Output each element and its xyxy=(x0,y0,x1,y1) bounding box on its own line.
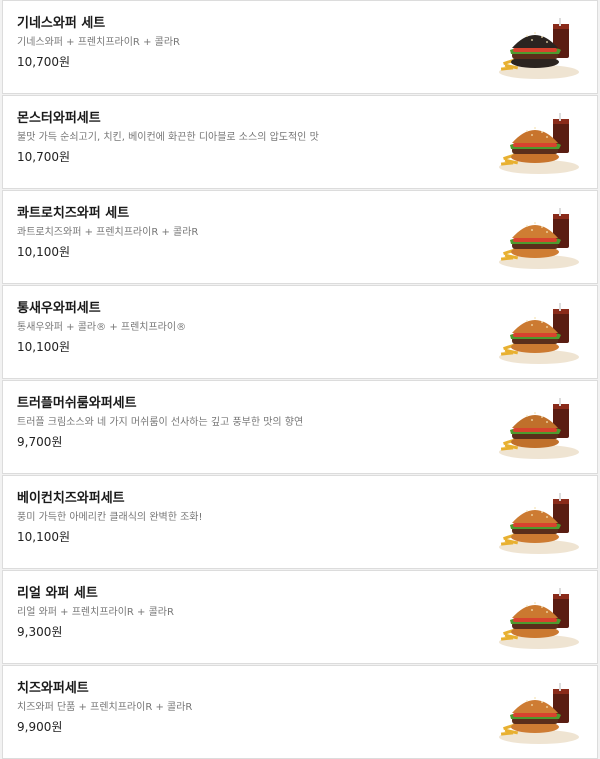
menu-item-name[interactable]: 치즈와퍼세트 xyxy=(17,680,487,698)
burger-set-image xyxy=(499,113,579,174)
menu-item-name[interactable]: 기네스와퍼 세트 xyxy=(17,15,487,33)
menu-item-description: 불맛 가득 순쇠고기, 치킨, 베이컨에 화끈한 디아블로 소스의 압도적인 맛 xyxy=(17,132,319,143)
menu-item-bacon-cheese-whopper-set[interactable]: 베이컨치즈와퍼세트풍미 가득한 아메리칸 클래식의 완벽한 조화! 10,100원 xyxy=(2,475,598,569)
menu-item-name[interactable]: 트러플머쉬룸와퍼세트 xyxy=(17,395,487,413)
menu-item-description: 트러플 크림소스와 네 가지 머쉬룸이 선사하는 깊고 풍부한 맛의 향연 xyxy=(17,417,304,428)
menu-item-cheese-whopper-set[interactable]: 치즈와퍼세트치즈와퍼 단품 + 프렌치프라이R + 콜라R 9,900원 xyxy=(2,665,598,759)
menu-item-quattro-cheese-whopper-set[interactable]: 콰트로치즈와퍼 세트콰트로치즈와퍼 + 프렌치프라이R + 콜라R 10,100원 xyxy=(2,190,598,284)
menu-item-description: 치즈와퍼 단품 + 프렌치프라이R + 콜라R xyxy=(17,702,193,713)
burger-set-image xyxy=(499,303,579,364)
menu-item-info: 베이컨치즈와퍼세트풍미 가득한 아메리칸 클래식의 완벽한 조화! 10,100원 xyxy=(17,490,487,546)
menu-item-price: 10,100원 xyxy=(17,245,71,259)
menu-item-info: 통새우와퍼세트통새우와퍼 + 콜라® + 프렌치프라이® 10,100원 xyxy=(17,300,487,356)
menu-item-description: 리얼 와퍼 + 프렌치프라이R + 콜라R xyxy=(17,607,174,618)
menu-item-price: 10,700원 xyxy=(17,150,71,164)
menu-item-image[interactable] xyxy=(495,12,583,82)
menu-item-description: 콰트로치즈와퍼 + 프렌치프라이R + 콜라R xyxy=(17,227,199,238)
menu-item-image[interactable] xyxy=(495,297,583,367)
menu-item-name[interactable]: 콰트로치즈와퍼 세트 xyxy=(17,205,487,223)
menu-item-name[interactable]: 베이컨치즈와퍼세트 xyxy=(17,490,487,508)
menu-item-info: 콰트로치즈와퍼 세트콰트로치즈와퍼 + 프렌치프라이R + 콜라R 10,100원 xyxy=(17,205,487,261)
menu-item-price: 10,100원 xyxy=(17,340,71,354)
menu-item-image[interactable] xyxy=(495,582,583,652)
menu-item-image[interactable] xyxy=(495,107,583,177)
menu-item-description: 기네스와퍼 + 프렌치프라이R + 콜라R xyxy=(17,37,180,48)
menu-item-name[interactable]: 통새우와퍼세트 xyxy=(17,300,487,318)
menu-item-name[interactable]: 몬스터와퍼세트 xyxy=(17,110,487,128)
menu-item-truffle-mushroom-whopper-set[interactable]: 트러플머쉬룸와퍼세트트러플 크림소스와 네 가지 머쉬룸이 선사하는 깊고 풍부… xyxy=(2,380,598,474)
menu-item-image[interactable] xyxy=(495,677,583,747)
menu-item-description: 풍미 가득한 아메리칸 클래식의 완벽한 조화! xyxy=(17,512,203,523)
menu-item-image[interactable] xyxy=(495,392,583,462)
burger-set-image xyxy=(499,208,579,269)
menu-item-shrimp-whopper-set[interactable]: 통새우와퍼세트통새우와퍼 + 콜라® + 프렌치프라이® 10,100원 xyxy=(2,285,598,379)
menu-item-price: 9,300원 xyxy=(17,625,63,639)
menu-item-price: 10,100원 xyxy=(17,530,71,544)
burger-set-image xyxy=(499,18,579,79)
menu-list: 기네스와퍼 세트 기네스와퍼 + 프렌치프라이R + 콜라R 10,700원 몬스터와… xyxy=(2,0,598,759)
menu-item-info: 기네스와퍼 세트기네스와퍼 + 프렌치프라이R + 콜라R 10,700원 xyxy=(17,15,487,71)
menu-item-real-whopper-set[interactable]: 리얼 와퍼 세트리얼 와퍼 + 프렌치프라이R + 콜라R 9,300원 xyxy=(2,570,598,664)
menu-item-monster-whopper-set[interactable]: 몬스터와퍼세트불맛 가득 순쇠고기, 치킨, 베이컨에 화끈한 디아블로 소스의… xyxy=(2,95,598,189)
menu-item-info: 리얼 와퍼 세트리얼 와퍼 + 프렌치프라이R + 콜라R 9,300원 xyxy=(17,585,487,641)
burger-set-image xyxy=(499,588,579,649)
menu-item-image[interactable] xyxy=(495,202,583,272)
menu-item-info: 치즈와퍼세트치즈와퍼 단품 + 프렌치프라이R + 콜라R 9,900원 xyxy=(17,680,487,736)
menu-item-price: 9,700원 xyxy=(17,435,63,449)
burger-set-image xyxy=(499,398,579,459)
menu-item-info: 몬스터와퍼세트불맛 가득 순쇠고기, 치킨, 베이컨에 화끈한 디아블로 소스의… xyxy=(17,110,487,166)
burger-set-image xyxy=(499,683,579,744)
menu-item-guinness-whopper-set[interactable]: 기네스와퍼 세트기네스와퍼 + 프렌치프라이R + 콜라R 10,700원 xyxy=(2,0,598,94)
menu-item-price: 10,700원 xyxy=(17,55,71,69)
menu-item-info: 트러플머쉬룸와퍼세트트러플 크림소스와 네 가지 머쉬룸이 선사하는 깊고 풍부… xyxy=(17,395,487,451)
menu-item-name[interactable]: 리얼 와퍼 세트 xyxy=(17,585,487,603)
menu-item-description: 통새우와퍼 + 콜라® + 프렌치프라이® xyxy=(17,322,187,333)
menu-item-image[interactable] xyxy=(495,487,583,557)
menu-item-price: 9,900원 xyxy=(17,720,63,734)
burger-set-image xyxy=(499,493,579,554)
